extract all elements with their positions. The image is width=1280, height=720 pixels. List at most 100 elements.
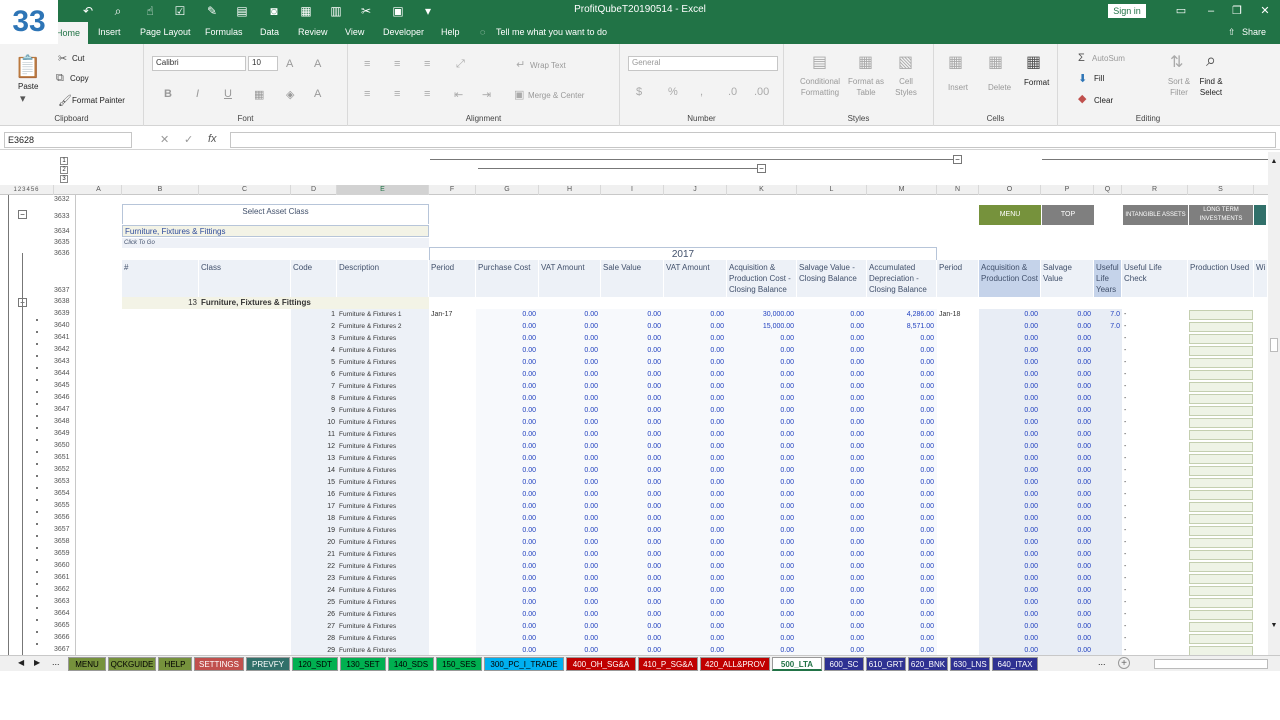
borders-icon[interactable]: ▦ <box>254 88 264 101</box>
row-number[interactable]: 3636 <box>54 250 75 257</box>
conditional-formatting-button[interactable]: Conditional Formatting <box>798 76 842 98</box>
useful-life-years[interactable] <box>1094 465 1122 477</box>
acquisition-production-cost[interactable]: 0.00 <box>979 597 1041 609</box>
asset-description[interactable]: Furniture & Fixtures <box>337 417 429 429</box>
scroll-down-icon[interactable]: ▼ <box>1269 622 1279 632</box>
salvage-value[interactable]: 0.00 <box>1041 489 1094 501</box>
column-header[interactable]: Q <box>1094 185 1122 195</box>
amount-cell[interactable]: 0.00 <box>476 585 539 597</box>
salvage-closing-balance[interactable]: 0.00 <box>797 345 867 357</box>
acquisition-production-cost[interactable]: 0.00 <box>979 405 1041 417</box>
acquisition-production-cost[interactable]: 0.00 <box>979 609 1041 621</box>
row-number[interactable]: 3655 <box>54 502 75 509</box>
row-number[interactable]: 3654 <box>54 490 75 497</box>
production-used-input[interactable] <box>1189 394 1253 404</box>
sheet-tab[interactable]: 400_OH_SG&A <box>566 657 636 671</box>
row-number[interactable]: 3664 <box>54 610 75 617</box>
paste-button[interactable]: Paste <box>18 82 38 91</box>
column-header[interactable]: N <box>937 185 979 195</box>
salvage-closing-balance[interactable]: 0.00 <box>797 465 867 477</box>
amount-cell[interactable]: 0.00 <box>539 369 601 381</box>
copy-button[interactable]: Copy <box>70 74 89 83</box>
amount-cell[interactable]: 0.00 <box>476 597 539 609</box>
production-used-input[interactable] <box>1189 502 1253 512</box>
salvage-value[interactable]: 0.00 <box>1041 561 1094 573</box>
production-used-input[interactable] <box>1189 418 1253 428</box>
sheet-tab[interactable]: 500_LTA <box>772 657 822 671</box>
acquisition-closing-balance[interactable]: 0.00 <box>727 477 797 489</box>
tab-scroll-left-icon[interactable]: ◀ <box>18 658 24 667</box>
production-used-input[interactable] <box>1189 586 1253 596</box>
production-used-input[interactable] <box>1189 406 1253 416</box>
amount-cell[interactable]: 0.00 <box>539 501 601 513</box>
salvage-value[interactable]: 0.00 <box>1041 585 1094 597</box>
production-used-input[interactable] <box>1189 562 1253 572</box>
row-number[interactable]: 3644 <box>54 370 75 377</box>
amount-cell[interactable]: 0.00 <box>539 441 601 453</box>
acquisition-closing-balance[interactable]: 0.00 <box>727 357 797 369</box>
amount-cell[interactable]: 0.00 <box>539 513 601 525</box>
tab-insert[interactable]: Insert <box>98 27 121 37</box>
salvage-value[interactable]: 0.00 <box>1041 417 1094 429</box>
acquisition-production-cost[interactable]: 0.00 <box>979 369 1041 381</box>
amount-cell[interactable]: 0.00 <box>601 525 664 537</box>
useful-life-years[interactable] <box>1094 513 1122 525</box>
sheet-tab[interactable]: 140_SDS <box>388 657 434 671</box>
amount-cell[interactable]: 0.00 <box>476 573 539 585</box>
production-used-input[interactable] <box>1189 334 1253 344</box>
clear-button[interactable]: Clear <box>1094 96 1113 105</box>
cell-styles-button[interactable]: Cell Styles <box>888 76 924 98</box>
useful-life-years[interactable] <box>1094 609 1122 621</box>
merge-icon[interactable]: ▣ <box>514 88 524 101</box>
asset-description[interactable]: Furniture & Fixtures <box>337 501 429 513</box>
amount-cell[interactable]: 0.00 <box>476 537 539 549</box>
sort-filter-button[interactable]: Sort & Filter <box>1164 76 1194 98</box>
align-right-icon[interactable]: ≡ <box>424 88 430 100</box>
font-size-box[interactable]: 10 <box>248 56 278 71</box>
increase-indent-icon[interactable]: ⇥ <box>482 88 491 101</box>
row-number[interactable]: 3645 <box>54 382 75 389</box>
find-select-button[interactable]: Find & Select <box>1194 76 1228 98</box>
acquisition-closing-balance[interactable]: 0.00 <box>727 537 797 549</box>
asset-description[interactable]: Furniture & Fixtures <box>337 429 429 441</box>
maximize-icon[interactable]: ❐ <box>1226 3 1248 19</box>
amount-cell[interactable]: 0.00 <box>601 345 664 357</box>
decrease-decimal-icon[interactable]: .00 <box>754 86 769 98</box>
amount-cell[interactable]: 0.00 <box>601 453 664 465</box>
salvage-closing-balance[interactable]: 0.00 <box>797 549 867 561</box>
insert-button[interactable]: Insert <box>948 82 968 93</box>
column-header[interactable]: B <box>122 185 199 195</box>
salvage-closing-balance[interactable]: 0.00 <box>797 477 867 489</box>
useful-life-years[interactable] <box>1094 441 1122 453</box>
percent-icon[interactable]: % <box>668 86 678 98</box>
salvage-value[interactable]: 0.00 <box>1041 309 1094 321</box>
increase-decimal-icon[interactable]: .0 <box>728 86 737 98</box>
production-used-input[interactable] <box>1189 382 1253 392</box>
amount-cell[interactable]: 0.00 <box>601 357 664 369</box>
amount-cell[interactable]: 0.00 <box>476 453 539 465</box>
sheet-tab[interactable]: MENU <box>68 657 106 671</box>
amount-cell[interactable]: 0.00 <box>539 645 601 655</box>
acquisition-closing-balance[interactable]: 0.00 <box>727 585 797 597</box>
useful-life-years[interactable] <box>1094 525 1122 537</box>
acquisition-closing-balance[interactable]: 0.00 <box>727 465 797 477</box>
sheet-tab[interactable]: 630_LNS <box>950 657 990 671</box>
salvage-closing-balance[interactable]: 0.00 <box>797 597 867 609</box>
share-icon[interactable]: ⇧ <box>1228 27 1236 38</box>
salvage-closing-balance[interactable]: 0.00 <box>797 633 867 645</box>
amount-cell[interactable]: 0.00 <box>539 621 601 633</box>
sort-filter-icon[interactable]: ⇅ <box>1170 52 1183 72</box>
amount-cell[interactable]: 0.00 <box>476 429 539 441</box>
salvage-value[interactable]: 0.00 <box>1041 597 1094 609</box>
production-used-input[interactable] <box>1189 526 1253 536</box>
acquisition-production-cost[interactable]: 0.00 <box>979 585 1041 597</box>
acquisition-closing-balance[interactable]: 0.00 <box>727 501 797 513</box>
tab-developer[interactable]: Developer <box>383 27 424 37</box>
amount-cell[interactable]: 0.00 <box>476 357 539 369</box>
amount-cell[interactable]: 0.00 <box>539 393 601 405</box>
amount-cell[interactable]: 0.00 <box>664 525 727 537</box>
accumulated-depreciation[interactable]: 0.00 <box>867 477 937 489</box>
accumulated-depreciation[interactable]: 0.00 <box>867 501 937 513</box>
amount-cell[interactable]: 0.00 <box>476 633 539 645</box>
amount-cell[interactable]: 0.00 <box>476 333 539 345</box>
